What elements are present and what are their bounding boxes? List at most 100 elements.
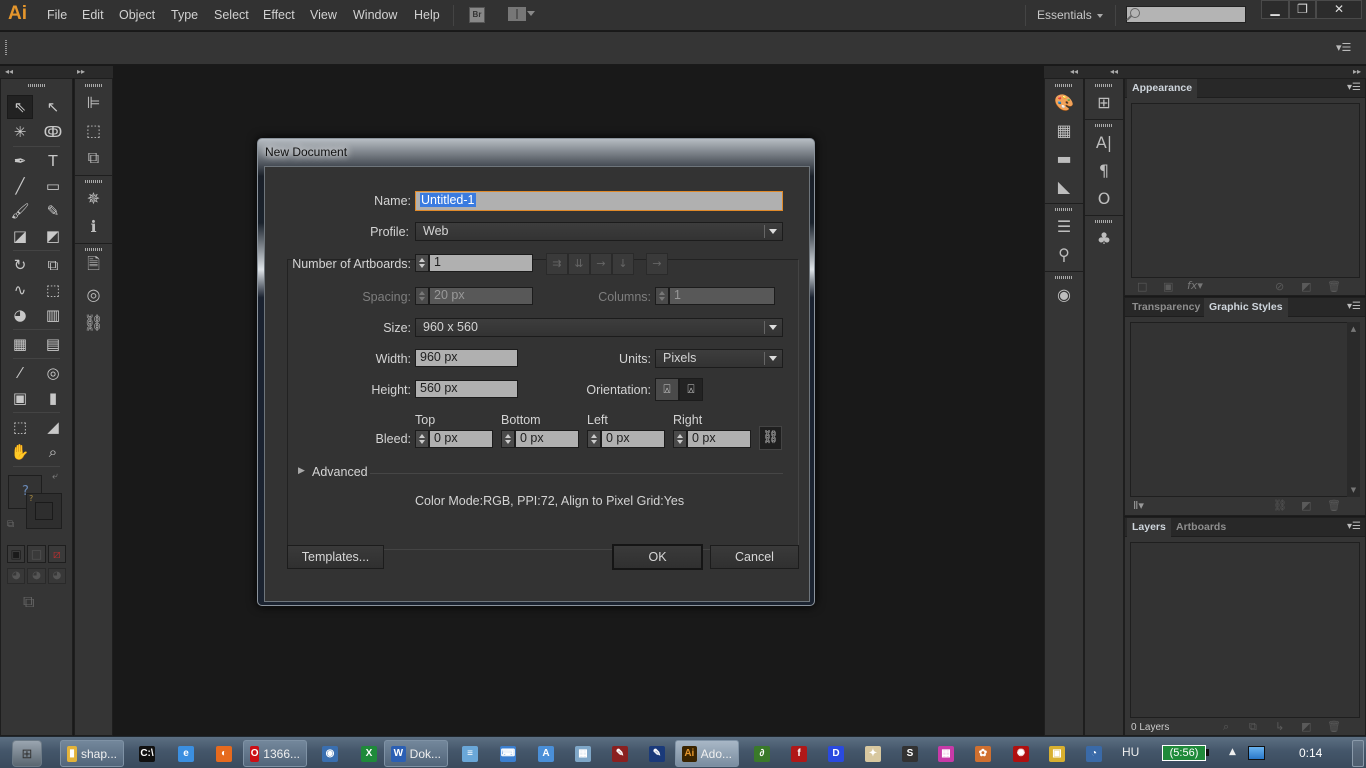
tab-artboards[interactable]: Artboards <box>1171 518 1231 537</box>
advanced-toggle[interactable]: Advanced <box>312 465 368 479</box>
character-icon[interactable]: A| <box>1090 129 1118 155</box>
expand-dock-button[interactable]: ▸▸ <box>74 66 113 78</box>
profile-dropdown[interactable]: Web <box>415 222 783 241</box>
swatches-icon[interactable]: ▦ <box>1050 117 1078 143</box>
bleed-right-stepper[interactable] <box>673 430 687 448</box>
paintbrush-tool[interactable]: 🖌 <box>7 199 33 223</box>
menu-edit[interactable]: Edit <box>82 8 104 22</box>
delete-icon[interactable]: 🗑 <box>1327 499 1341 512</box>
add-fill-icon[interactable]: ▣ <box>1163 280 1173 293</box>
stroke-icon[interactable]: ☰ <box>1050 213 1078 239</box>
libraries-menu-icon[interactable]: Ⅱ▾ <box>1133 499 1144 512</box>
zoom-tool[interactable]: ⌕ <box>40 440 66 464</box>
paragraph-icon[interactable]: ¶ <box>1090 157 1118 183</box>
start-button[interactable]: ⊞ <box>12 740 42 767</box>
taskbar-app-yellow[interactable]: ▣ <box>1043 740 1071 767</box>
lasso-tool[interactable]: ↂ <box>40 120 66 144</box>
pathfinder-icon[interactable]: ⧉ <box>80 145 108 171</box>
hand-tool[interactable]: ✋ <box>7 440 33 464</box>
taskbar-app-mosaic[interactable]: ▦ <box>932 740 960 767</box>
artboard-tool[interactable]: ⬚ <box>7 415 33 439</box>
minimize-button[interactable]: ▁ <box>1261 0 1289 19</box>
collapse-icon[interactable]: ◂◂ <box>1070 66 1078 78</box>
new-sublayer-icon[interactable]: ↳ <box>1275 720 1284 733</box>
clear-appearance-icon[interactable]: ⊘ <box>1275 280 1284 293</box>
bleed-bottom-stepper[interactable] <box>501 430 515 448</box>
cancel-button[interactable]: Cancel <box>710 545 799 569</box>
workspace-switcher[interactable]: Essentials <box>1037 8 1092 22</box>
menu-effect[interactable]: Effect <box>263 8 295 22</box>
symbols-icon[interactable]: ✵ <box>80 185 108 211</box>
show-desktop-button[interactable] <box>1352 740 1364 767</box>
disclosure-triangle-icon[interactable]: ▶ <box>298 466 305 476</box>
default-fill-stroke-icon[interactable]: ⧉ <box>7 519 14 530</box>
taskbar-app-red[interactable]: ✎ <box>606 740 634 767</box>
new-layer-icon[interactable]: ◩ <box>1301 720 1311 733</box>
shape-builder-tool[interactable]: ◕ <box>7 303 33 327</box>
taskbar-paint[interactable]: ✦ <box>859 740 887 767</box>
magic-wand-tool[interactable]: ✳ <box>7 120 33 144</box>
menu-select[interactable]: Select <box>214 8 249 22</box>
add-stroke-icon[interactable]: □ <box>1137 280 1147 293</box>
size-dropdown[interactable]: 960 x 560 <box>415 318 783 337</box>
color-mode-button[interactable]: ▣ <box>7 545 26 563</box>
delete-icon[interactable]: 🗑 <box>1327 280 1341 293</box>
taskbar-internet-explorer[interactable]: e <box>172 740 200 767</box>
symbols-club-icon[interactable]: ♣ <box>1090 225 1118 251</box>
color-icon[interactable]: 🎨 <box>1050 89 1078 115</box>
restore-button[interactable]: ❐ <box>1289 0 1316 19</box>
portrait-orientation-button[interactable]: ⍓ <box>655 378 679 401</box>
taskbar-thunderbird[interactable]: ◉ <box>316 740 344 767</box>
taskbar-app-globe[interactable]: ◔ <box>1080 740 1108 767</box>
links-embed-icon[interactable]: ◎ <box>80 281 108 307</box>
screen-mode-icon[interactable]: ⧉ <box>23 592 66 612</box>
menu-object[interactable]: Object <box>119 8 155 22</box>
clipping-mask-icon[interactable]: ⧉ <box>1249 720 1257 734</box>
slice-tool[interactable]: ◢ <box>40 415 66 439</box>
taskbar-explorer[interactable]: ▮ shap... <box>60 740 124 767</box>
taskbar-app-blue[interactable]: ✎ <box>643 740 671 767</box>
scrollbar[interactable]: ▲ ▼ <box>1347 322 1360 497</box>
brushes-icon[interactable]: ⚲ <box>1050 241 1078 267</box>
new-style-icon[interactable]: ◩ <box>1301 499 1311 512</box>
blend-tool[interactable]: ◎ <box>40 361 66 385</box>
templates-button[interactable]: Templates... <box>287 545 384 569</box>
tab-layers[interactable]: Layers <box>1127 518 1171 537</box>
locate-object-icon[interactable]: ⌕ <box>1223 720 1229 734</box>
gradient-icon[interactable]: ▬ <box>1050 145 1078 171</box>
tab-transparency[interactable]: Transparency <box>1127 298 1205 317</box>
show-hidden-icons-button[interactable]: ▲ <box>1229 747 1236 757</box>
clock[interactable]: 0:14 <box>1299 746 1322 760</box>
gradient-tool[interactable]: ▤ <box>40 332 66 356</box>
mesh-tool[interactable]: ▦ <box>7 332 33 356</box>
swap-fill-stroke-icon[interactable]: ⤶ <box>52 471 58 482</box>
taskbar-calculator[interactable]: ▦ <box>569 740 597 767</box>
taskbar-dreamweaver-green[interactable]: ∂ <box>748 740 776 767</box>
panel-menu-icon[interactable]: ▾☰ <box>1347 301 1361 312</box>
draw-inside-button[interactable]: ◕ <box>47 568 66 584</box>
taskbar-opera[interactable]: O 1366... <box>243 740 307 767</box>
panel-menu-icon[interactable]: ▾☰ <box>1336 41 1351 54</box>
info-icon[interactable]: ℹ <box>80 213 108 239</box>
bleed-top-stepper[interactable] <box>415 430 429 448</box>
menu-window[interactable]: Window <box>353 8 397 22</box>
type-tool[interactable]: T <box>40 149 66 173</box>
taskbar-cmd[interactable]: C:\ <box>133 740 161 767</box>
battery-indicator[interactable]: (5:56) <box>1162 745 1206 761</box>
arrange-documents-icon[interactable] <box>508 7 526 21</box>
menu-file[interactable]: File <box>47 8 67 22</box>
bridge-button[interactable]: Br <box>469 7 485 23</box>
search-input[interactable] <box>1126 6 1246 23</box>
chevron-down-icon[interactable] <box>527 11 535 16</box>
color-guide-icon[interactable]: ◣ <box>1050 173 1078 199</box>
gradient-mode-button[interactable]: □ <box>27 545 46 563</box>
chevron-down-icon[interactable] <box>1097 14 1103 18</box>
collapse-tools-button[interactable]: ◂◂ <box>0 66 74 78</box>
taskbar-wordpad[interactable]: A <box>532 740 560 767</box>
menu-help[interactable]: Help <box>414 8 440 22</box>
language-indicator[interactable]: HU <box>1122 745 1139 759</box>
scroll-up-icon[interactable]: ▲ <box>1347 325 1360 333</box>
warp-tool[interactable]: ∿ <box>7 278 33 302</box>
bleed-bottom-input[interactable]: 0 px <box>515 430 579 448</box>
taskbar-app-pinwheel[interactable]: ✿ <box>969 740 997 767</box>
